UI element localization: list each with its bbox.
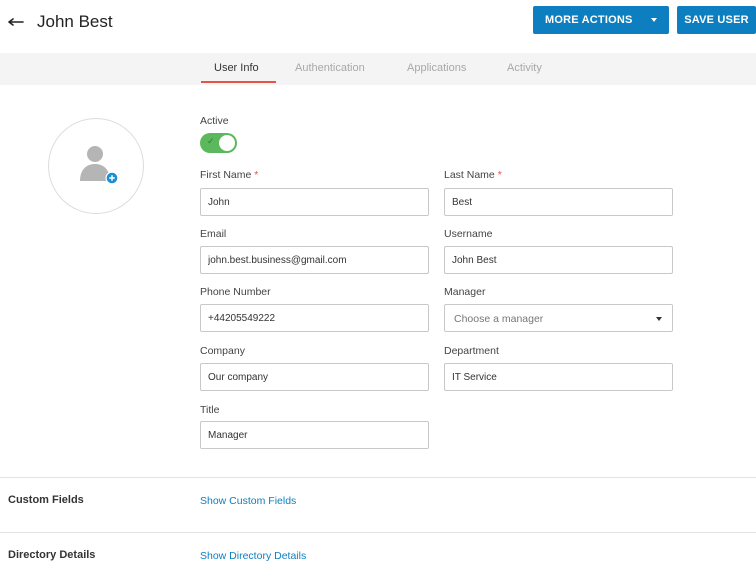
title-label: Title — [200, 404, 220, 416]
manager-placeholder: Choose a manager — [454, 313, 544, 325]
tab-activity[interactable]: Activity — [507, 62, 542, 74]
directory-details-heading: Directory Details — [8, 549, 96, 561]
show-directory-details-link[interactable]: Show Directory Details — [200, 550, 306, 562]
active-toggle[interactable]: ✓ — [200, 133, 237, 153]
first-name-input[interactable] — [200, 188, 429, 216]
tab-bar: User Info Authentication Applications Ac… — [0, 53, 756, 85]
first-name-label: First Name * — [200, 169, 259, 181]
show-custom-fields-link[interactable]: Show Custom Fields — [200, 495, 296, 507]
caret-down-icon — [656, 317, 662, 321]
last-name-label: Last Name * — [444, 169, 502, 181]
department-label: Department — [444, 345, 499, 357]
email-label: Email — [200, 228, 227, 240]
user-placeholder-icon — [80, 146, 119, 185]
custom-fields-heading: Custom Fields — [8, 494, 84, 506]
tab-user-info[interactable]: User Info — [214, 62, 259, 74]
toggle-knob — [219, 135, 235, 151]
chevron-down-icon — [651, 18, 657, 22]
more-actions-label: MORE ACTIONS — [545, 14, 633, 26]
page-header: John Best MORE ACTIONS SAVE USER — [0, 0, 756, 44]
department-input[interactable] — [444, 363, 673, 391]
avatar-upload[interactable] — [48, 118, 144, 214]
title-input[interactable] — [200, 421, 429, 449]
active-tab-indicator — [201, 81, 276, 83]
save-user-button[interactable]: SAVE USER — [677, 6, 756, 34]
more-actions-button[interactable]: MORE ACTIONS — [533, 6, 669, 34]
company-input[interactable] — [200, 363, 429, 391]
last-name-input[interactable] — [444, 188, 673, 216]
page-title: John Best — [37, 12, 113, 31]
username-input[interactable] — [444, 246, 673, 274]
section-divider — [0, 532, 756, 533]
section-divider — [0, 477, 756, 478]
phone-input[interactable] — [200, 304, 429, 332]
phone-label: Phone Number — [200, 286, 271, 298]
active-label: Active — [200, 115, 229, 127]
email-input[interactable] — [200, 246, 429, 274]
tab-authentication[interactable]: Authentication — [295, 62, 365, 74]
check-icon: ✓ — [207, 136, 215, 146]
company-label: Company — [200, 345, 245, 357]
tab-applications[interactable]: Applications — [407, 62, 466, 74]
manager-select[interactable]: Choose a manager — [444, 304, 673, 332]
manager-label: Manager — [444, 286, 486, 298]
back-arrow-icon[interactable] — [8, 14, 24, 30]
username-label: Username — [444, 228, 493, 240]
